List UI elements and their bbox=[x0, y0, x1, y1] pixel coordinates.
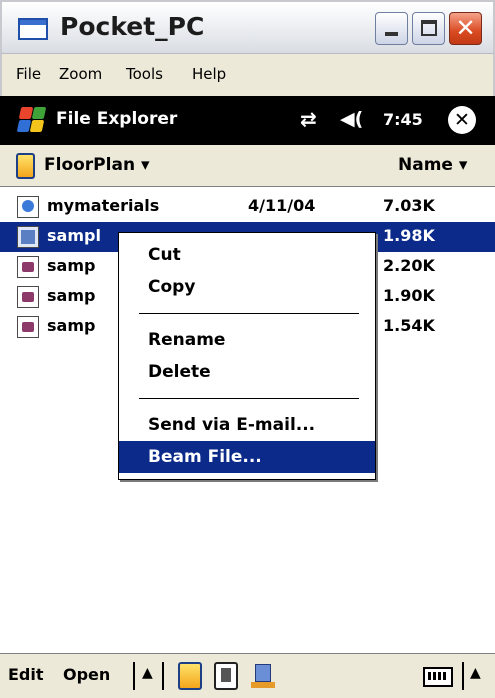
menu-tools[interactable]: Tools bbox=[126, 65, 163, 83]
document-file-icon bbox=[17, 286, 39, 308]
folder-dropdown[interactable]: FloorPlan ▾ bbox=[44, 155, 150, 175]
close-icon: ✕ bbox=[455, 14, 476, 42]
menu-separator bbox=[139, 313, 359, 314]
context-menu: Cut Copy Rename Delete Send via E-mail..… bbox=[118, 232, 376, 480]
command-bar: Edit Open ▲ ▲ bbox=[0, 653, 495, 698]
file-name: samp bbox=[47, 316, 96, 335]
network-share-icon[interactable] bbox=[251, 662, 275, 690]
list-item[interactable]: mymaterials 4/11/04 7.03K bbox=[0, 192, 495, 222]
file-name: sampl bbox=[47, 226, 101, 245]
menu-item-copy[interactable]: Copy bbox=[119, 271, 375, 303]
close-app-icon[interactable]: ✕ bbox=[448, 106, 476, 134]
menu-zoom[interactable]: Zoom bbox=[59, 65, 102, 83]
app-title: File Explorer bbox=[56, 109, 178, 129]
edit-menu-button[interactable]: Edit bbox=[8, 665, 44, 684]
my-documents-icon[interactable] bbox=[178, 662, 202, 690]
host-menu-bar: File Zoom Tools Help bbox=[0, 54, 495, 96]
divider bbox=[462, 662, 464, 690]
open-menu-button[interactable]: Open bbox=[63, 665, 110, 684]
folder-bar: FloorPlan ▾ Name ▾ bbox=[0, 145, 495, 187]
input-panel-arrow-icon[interactable]: ▲ bbox=[470, 665, 481, 681]
file-size: 1.98K bbox=[383, 226, 435, 245]
menu-item-delete[interactable]: Delete bbox=[119, 356, 375, 388]
file-size: 1.90K bbox=[383, 286, 435, 305]
clock[interactable]: 7:45 bbox=[383, 110, 423, 129]
window-app-icon bbox=[18, 18, 48, 40]
close-window-button[interactable]: ✕ bbox=[449, 12, 482, 45]
file-name: samp bbox=[47, 256, 96, 275]
menu-item-beam-file[interactable]: Beam File... bbox=[119, 441, 375, 473]
menu-help[interactable]: Help bbox=[192, 65, 226, 83]
image-file-icon bbox=[17, 226, 39, 248]
file-name: samp bbox=[47, 286, 96, 305]
start-menu-icon[interactable] bbox=[16, 106, 47, 134]
web-page-icon bbox=[17, 196, 39, 218]
menu-item-rename[interactable]: Rename bbox=[119, 324, 375, 356]
file-date: 4/11/04 bbox=[248, 196, 316, 215]
keyboard-icon[interactable] bbox=[423, 667, 453, 687]
window-title-bar: Pocket_PC ✕ bbox=[0, 0, 495, 54]
file-size: 1.54K bbox=[383, 316, 435, 335]
sort-dropdown[interactable]: Name ▾ bbox=[398, 155, 467, 175]
menu-item-send-email[interactable]: Send via E-mail... bbox=[119, 409, 375, 441]
document-file-icon bbox=[17, 256, 39, 278]
file-size: 7.03K bbox=[383, 196, 435, 215]
file-name: mymaterials bbox=[47, 196, 160, 215]
menu-item-cut[interactable]: Cut bbox=[119, 239, 375, 271]
menu-separator bbox=[139, 398, 359, 399]
up-level-icon[interactable]: ▲ bbox=[142, 665, 153, 681]
window-title: Pocket_PC bbox=[60, 12, 205, 41]
document-file-icon bbox=[17, 316, 39, 338]
menu-file[interactable]: File bbox=[16, 65, 41, 83]
storage-card-icon[interactable] bbox=[214, 662, 238, 690]
minimize-icon bbox=[385, 32, 398, 36]
maximize-icon bbox=[421, 20, 437, 36]
connectivity-icon[interactable]: ⇄ bbox=[300, 107, 317, 131]
divider bbox=[133, 662, 135, 690]
file-size: 2.20K bbox=[383, 256, 435, 275]
divider bbox=[162, 662, 164, 690]
device-navigation-bar: File Explorer ⇄ ◀( 7:45 ✕ bbox=[0, 96, 495, 145]
minimize-button[interactable] bbox=[375, 12, 408, 45]
maximize-button[interactable] bbox=[412, 12, 445, 45]
folder-icon bbox=[16, 153, 35, 179]
volume-icon[interactable]: ◀( bbox=[340, 108, 363, 130]
